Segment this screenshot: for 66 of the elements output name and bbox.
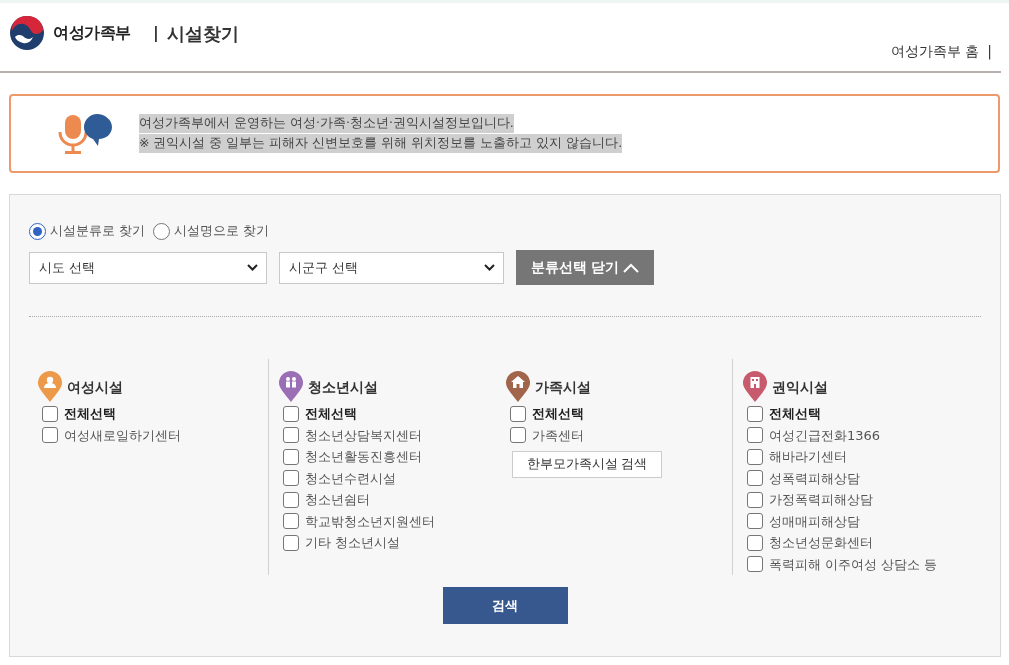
checkbox[interactable]	[747, 405, 763, 422]
ministry-name: 여성가족부	[53, 22, 131, 44]
notice-text: 여성가족부에서 운영하는 여성·가족·청소년·권익시설정보입니다.	[139, 114, 514, 133]
checkbox[interactable]	[283, 448, 299, 465]
woman-pin-icon	[38, 371, 62, 403]
radio-label: 시설분류로 찾기	[50, 222, 146, 241]
government-emblem-icon	[9, 15, 45, 51]
title-separator: |	[153, 22, 159, 44]
page-title: 시설찾기	[166, 21, 239, 46]
checkbox[interactable]	[747, 534, 763, 551]
checkbox[interactable]	[510, 427, 526, 444]
checkbox[interactable]	[510, 405, 526, 422]
checkbox-label: 가정폭력피해상담	[769, 491, 873, 509]
checkbox-label: 기타 청소년시설	[305, 534, 401, 552]
checkbox-label: 전체선택	[305, 405, 357, 423]
youth-pin-icon	[279, 371, 303, 403]
checkbox-label: 성매매피해상담	[769, 512, 860, 531]
search-button[interactable]: 검색	[442, 587, 568, 624]
region-select[interactable]: 시군구 선택	[279, 251, 504, 284]
checkbox[interactable]	[42, 405, 58, 422]
link-separator: |	[987, 42, 992, 62]
checkbox[interactable]	[747, 448, 763, 465]
radio-button[interactable]	[29, 222, 46, 240]
checkbox-label: 가족센터	[532, 426, 584, 445]
home-link[interactable]: 여성가족부 홈	[890, 41, 980, 62]
category-title: 청소년시설	[308, 377, 378, 397]
checkbox[interactable]	[283, 470, 299, 487]
checkbox-label: 여성긴급전화1366	[769, 426, 881, 445]
checkbox[interactable]	[747, 470, 763, 487]
rights-pin-icon	[743, 371, 767, 403]
chevron-down-icon	[247, 263, 258, 272]
category-title: 여성시설	[67, 377, 123, 397]
checkbox[interactable]	[747, 427, 763, 444]
checkbox-label: 성폭력피해상담	[769, 469, 860, 488]
region-select[interactable]: 시도 선택	[29, 251, 267, 284]
checkbox[interactable]	[283, 405, 299, 422]
checkbox[interactable]	[747, 513, 763, 530]
checkbox[interactable]	[283, 534, 299, 551]
checkbox[interactable]	[747, 556, 763, 573]
checkbox[interactable]	[42, 427, 58, 444]
checkbox-label: 청소년상담복지센터	[305, 426, 422, 445]
category-title: 가족시설	[535, 377, 591, 397]
checkbox-label: 폭력피해 이주여성 상담소 등	[769, 555, 938, 574]
radio-label: 시설명으로 찾기	[174, 222, 270, 241]
checkbox-label: 청소년성문화센터	[769, 534, 873, 552]
checkbox-label: 전체선택	[532, 405, 584, 423]
checkbox-label: 학교밖청소년지원센터	[305, 512, 435, 531]
checkbox-label: 해바라기센터	[769, 448, 847, 466]
checkbox[interactable]	[283, 427, 299, 444]
chevron-down-icon	[484, 263, 495, 272]
checkbox-label: 여성새로일하기센터	[64, 426, 181, 445]
checkbox-label: 전체선택	[64, 405, 116, 423]
checkbox-label: 청소년활동진흥센터	[305, 448, 422, 466]
chevron-up-icon	[623, 262, 640, 273]
checkbox-label: 전체선택	[769, 405, 821, 423]
notice-text: ※ 권익시설 중 일부는 피해자 신변보호를 위해 위치정보를 노출하고 있지 않습니다.	[139, 134, 623, 153]
close-category-button[interactable]: 분류선택 닫기	[516, 250, 654, 285]
checkbox[interactable]	[747, 491, 763, 508]
checkbox-label: 청소년쉼터	[305, 491, 370, 509]
family-pin-icon	[506, 371, 530, 403]
checkbox[interactable]	[283, 513, 299, 530]
radio-button[interactable]	[153, 222, 171, 240]
checkbox[interactable]	[283, 491, 299, 508]
category-title: 권익시설	[772, 377, 828, 397]
checkbox-label: 청소년수련시설	[305, 469, 396, 488]
single-parent-search-button[interactable]: 한부모가족시설 검색	[512, 451, 662, 478]
